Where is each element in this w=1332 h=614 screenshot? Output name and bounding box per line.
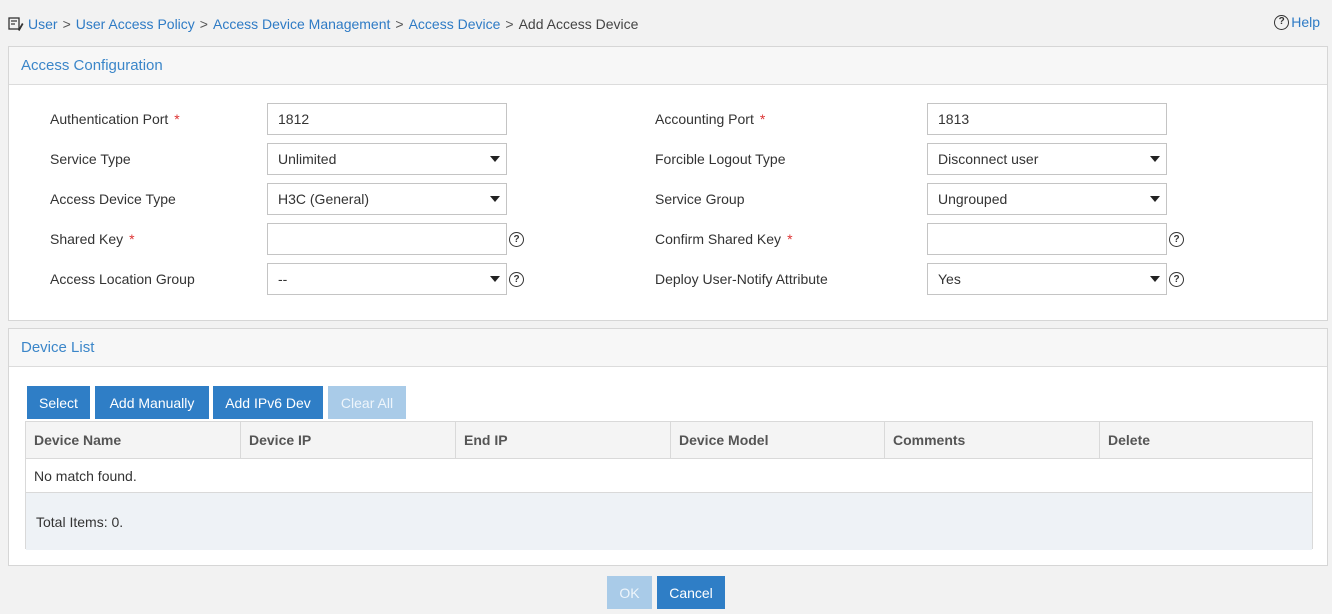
cancel-button[interactable]: Cancel: [657, 576, 725, 609]
help-icon: ?: [1274, 14, 1290, 30]
access-configuration-panel: Access Configuration Authentication Port…: [8, 46, 1328, 321]
acct-port-input[interactable]: 1813: [927, 103, 1167, 135]
breadcrumb-user-access-policy[interactable]: User Access Policy: [76, 16, 195, 32]
add-manually-button[interactable]: Add Manually: [95, 386, 209, 419]
breadcrumb-current: Add Access Device: [518, 16, 639, 32]
column-device-model[interactable]: Device Model: [671, 422, 885, 458]
required-marker: *: [174, 111, 180, 127]
column-end-ip[interactable]: End IP: [456, 422, 671, 458]
required-marker: *: [759, 111, 766, 127]
shared-key-label: Shared Key *: [50, 223, 135, 255]
auth-port-label-text: Authentication Port: [50, 111, 169, 127]
access-configuration-title: Access Configuration: [9, 47, 1327, 85]
breadcrumb-separator: >: [505, 16, 514, 32]
location-group-select[interactable]: --: [267, 263, 507, 295]
table-header: Device Name Device IP End IP Device Mode…: [26, 422, 1312, 459]
service-group-label: Service Group: [655, 191, 745, 207]
forcible-logout-label: Forcible Logout Type: [655, 151, 786, 167]
breadcrumb-access-device[interactable]: Access Device: [409, 16, 501, 32]
shared-key-label-text: Shared Key: [50, 231, 124, 247]
location-group-help-icon[interactable]: ?: [509, 272, 524, 287]
breadcrumb-separator: >: [62, 16, 71, 32]
device-table: Device Name Device IP End IP Device Mode…: [25, 421, 1313, 550]
confirm-key-label-text: Confirm Shared Key: [655, 231, 782, 247]
column-comments[interactable]: Comments: [885, 422, 1100, 458]
help-label: Help: [1291, 14, 1320, 30]
acct-port-label: Accounting Port *: [655, 103, 765, 135]
user-config-icon: [8, 16, 24, 32]
column-device-ip[interactable]: Device IP: [241, 422, 456, 458]
service-type-select[interactable]: Unlimited: [267, 143, 507, 175]
column-device-name[interactable]: Device Name: [26, 422, 241, 458]
device-type-label: Access Device Type: [50, 191, 176, 207]
breadcrumb-separator: >: [199, 16, 208, 32]
user-notify-help-icon[interactable]: ?: [1169, 272, 1184, 287]
auth-port-input[interactable]: 1812: [267, 103, 507, 135]
help-link[interactable]: ? Help: [1274, 14, 1320, 30]
service-type-label: Service Type: [50, 151, 131, 167]
user-notify-select[interactable]: Yes: [927, 263, 1167, 295]
total-items: Total Items: 0.: [26, 493, 1312, 550]
add-ipv6-device-button[interactable]: Add IPv6 Dev: [213, 386, 323, 419]
location-group-label: Access Location Group: [50, 271, 195, 287]
required-marker: *: [129, 231, 135, 247]
auth-port-label: Authentication Port *: [50, 103, 180, 135]
breadcrumb-access-device-management[interactable]: Access Device Management: [213, 16, 390, 32]
no-match-message: No match found.: [26, 459, 1312, 493]
confirm-key-input[interactable]: [927, 223, 1167, 255]
acct-port-label-text: Accounting Port: [655, 111, 754, 127]
ok-button[interactable]: OK: [607, 576, 652, 609]
device-list-title: Device List: [9, 329, 1327, 367]
forcible-logout-select[interactable]: Disconnect user: [927, 143, 1167, 175]
confirm-key-label: Confirm Shared Key *: [655, 223, 793, 255]
shared-key-input[interactable]: [267, 223, 507, 255]
service-group-select[interactable]: Ungrouped: [927, 183, 1167, 215]
device-type-select[interactable]: H3C (General): [267, 183, 507, 215]
required-marker: *: [787, 231, 793, 247]
column-delete: Delete: [1108, 432, 1151, 448]
confirm-key-help-icon[interactable]: ?: [1169, 232, 1184, 247]
clear-all-button[interactable]: Clear All: [328, 386, 406, 419]
breadcrumb-separator: >: [395, 16, 404, 32]
user-notify-label: Deploy User-Notify Attribute: [655, 271, 828, 287]
breadcrumb-user[interactable]: User: [28, 16, 58, 32]
device-list-panel: Device List Select Add Manually Add IPv6…: [8, 328, 1328, 566]
breadcrumb: User > User Access Policy > Access Devic…: [8, 14, 638, 34]
shared-key-help-icon[interactable]: ?: [509, 232, 524, 247]
select-button[interactable]: Select: [27, 386, 90, 419]
